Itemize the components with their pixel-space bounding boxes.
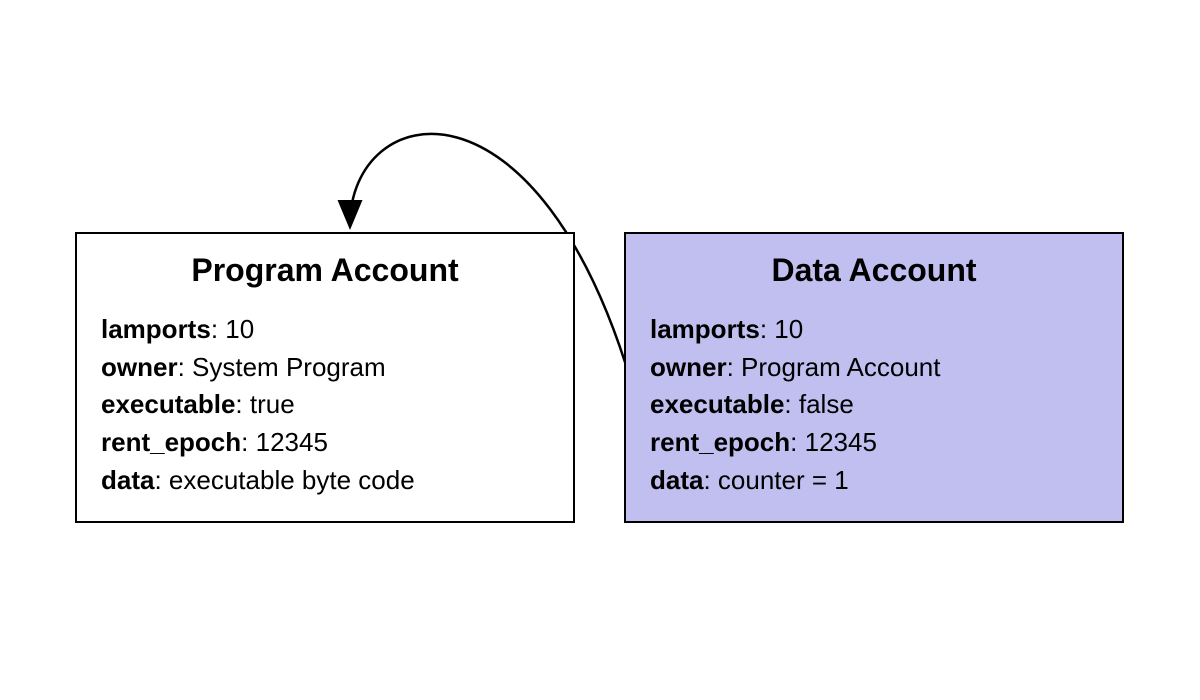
data-rent-epoch-field: rent_epoch: 12345 [650,424,1098,462]
field-key: data [650,465,703,495]
field-value: 10 [774,314,803,344]
program-account-box: Program Account lamports: 10 owner: Syst… [75,232,575,523]
field-key: data [101,465,154,495]
program-data-field: data: executable byte code [101,462,549,500]
field-key: lamports [101,314,211,344]
field-value: 12345 [805,427,877,457]
program-rent-epoch-field: rent_epoch: 12345 [101,424,549,462]
data-data-field: data: counter = 1 [650,462,1098,500]
program-lamports-field: lamports: 10 [101,311,549,349]
data-owner-field: owner: Program Account [650,349,1098,387]
program-account-title: Program Account [101,252,549,289]
data-account-title: Data Account [650,252,1098,289]
field-value: 12345 [256,427,328,457]
field-key: rent_epoch [650,427,790,457]
field-value: false [799,389,854,419]
program-executable-field: executable: true [101,386,549,424]
field-value: System Program [192,352,386,382]
field-key: executable [650,389,784,419]
field-key: executable [101,389,235,419]
field-value: executable byte code [169,465,415,495]
field-key: lamports [650,314,760,344]
field-value: 10 [225,314,254,344]
data-lamports-field: lamports: 10 [650,311,1098,349]
field-key: rent_epoch [101,427,241,457]
data-executable-field: executable: false [650,386,1098,424]
field-value: counter = 1 [718,465,849,495]
program-owner-field: owner: System Program [101,349,549,387]
data-account-box: Data Account lamports: 10 owner: Program… [624,232,1124,523]
field-key: owner [101,352,178,382]
field-value: Program Account [741,352,940,382]
field-value: true [250,389,295,419]
field-key: owner [650,352,727,382]
